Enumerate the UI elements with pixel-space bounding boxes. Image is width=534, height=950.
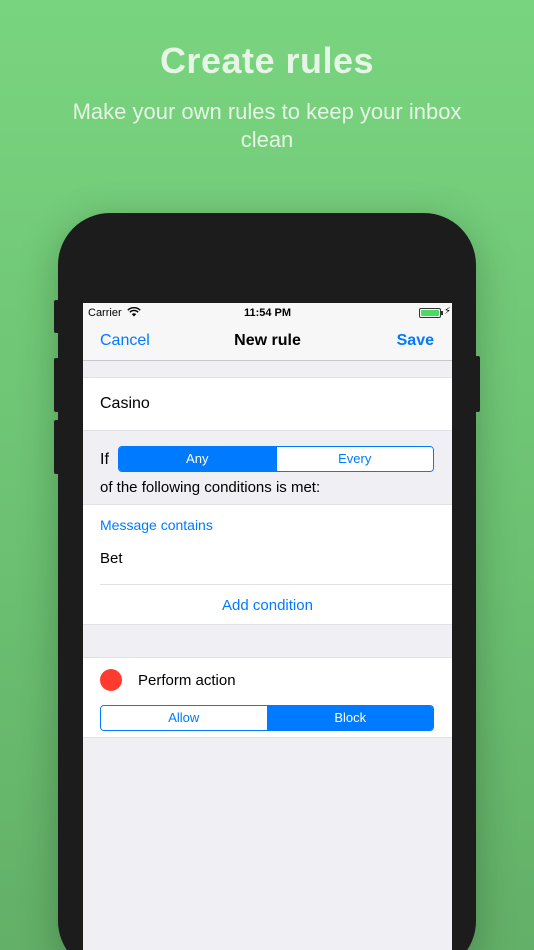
action-status-indicator xyxy=(100,669,122,691)
hero-subtitle: Make your own rules to keep your inbox c… xyxy=(72,99,462,152)
charging-bolt-icon: ⚡ xyxy=(443,306,451,317)
condition-header: If Any Every of the following conditions… xyxy=(83,431,452,504)
status-bar: Carrier 11:54 PM ⚡ xyxy=(83,303,452,323)
condition-value-field[interactable]: Bet xyxy=(100,541,452,585)
battery-level xyxy=(421,310,439,316)
if-label: If xyxy=(100,451,109,468)
action-card: Perform action Allow Block xyxy=(83,657,452,738)
rule-name-field[interactable]: Casino xyxy=(83,377,452,431)
phone-side-button xyxy=(54,300,59,333)
clock: 11:54 PM xyxy=(243,307,292,319)
match-any-segment[interactable]: Any xyxy=(119,447,276,471)
add-condition-button[interactable]: Add condition xyxy=(83,585,452,624)
allow-segment[interactable]: Allow xyxy=(101,706,267,730)
conditions-card: Message contains Bet Add condition xyxy=(83,504,452,625)
nav-bar: Cancel New rule Save xyxy=(83,323,452,361)
phone-side-button xyxy=(54,420,59,474)
save-button[interactable]: Save xyxy=(397,332,434,350)
condition-type-selector[interactable]: Message contains xyxy=(83,505,452,541)
action-segmented-control: Allow Block xyxy=(100,705,434,731)
phone-side-button xyxy=(475,356,480,412)
battery-tip xyxy=(441,311,443,315)
phone-side-button xyxy=(54,358,59,412)
phone-screen: Carrier 11:54 PM ⚡ Cancel New rule Save … xyxy=(83,303,452,950)
match-mode-segmented-control: Any Every xyxy=(118,446,434,472)
match-every-segment[interactable]: Every xyxy=(275,447,433,471)
block-segment[interactable]: Block xyxy=(266,706,433,730)
condition-description: of the following conditions is met: xyxy=(100,479,321,496)
hero-title: Create rules xyxy=(159,40,375,81)
perform-action-label: Perform action xyxy=(138,672,236,689)
battery-icon xyxy=(419,308,441,318)
